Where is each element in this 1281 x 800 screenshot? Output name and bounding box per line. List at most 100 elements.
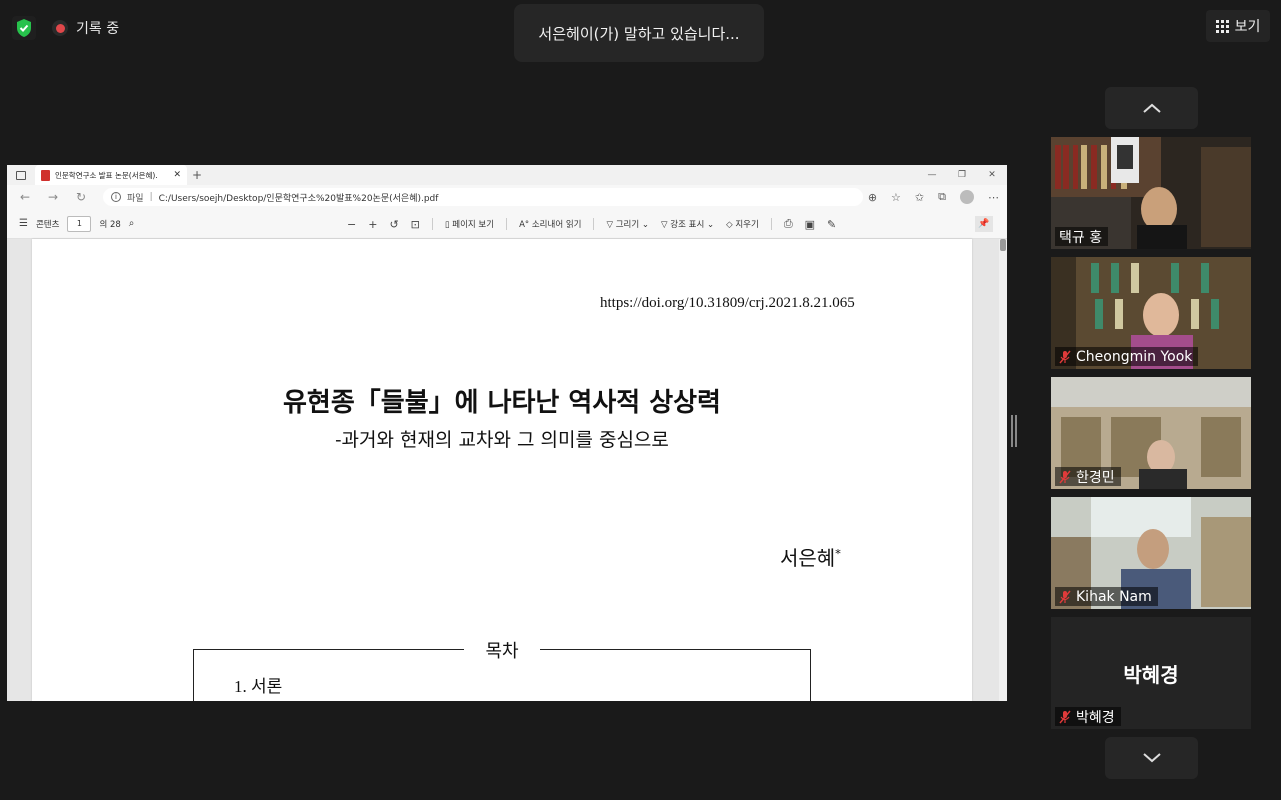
record-icon — [52, 20, 68, 36]
scroll-up-button[interactable] — [1105, 87, 1198, 129]
participant-name-bar: 한경민 — [1055, 467, 1121, 486]
doi-text: https://doi.org/10.31809/crj.2021.8.21.0… — [600, 295, 855, 311]
read-aloud-label: 소리내어 읽기 — [531, 220, 582, 230]
security-shield-icon[interactable] — [12, 16, 36, 40]
muted-mic-icon — [1059, 710, 1071, 723]
address-bar-row: ← → ↻ i 파일 | C:/Users/soejh/Desktop/인문학연… — [7, 185, 1007, 209]
pdf-page: https://doi.org/10.31809/crj.2021.8.21.0… — [32, 239, 972, 701]
back-icon[interactable]: ← — [17, 190, 33, 204]
print-icon[interactable]: ⎙ — [784, 217, 793, 231]
participant-name: Kihak Nam — [1076, 588, 1152, 605]
highlight-label: 강조 표시 — [670, 220, 705, 230]
divider — [593, 218, 595, 230]
paper-subtitle: -과거와 현재의 교차와 그 의미를 중심으로 — [335, 429, 669, 451]
minimize-icon[interactable]: — — [917, 165, 947, 185]
page-number-input[interactable]: 1 — [67, 215, 92, 232]
paper-title: 유현종「들불」에 나타난 역사적 상상력 — [283, 388, 721, 418]
address-scheme-label: 파일 — [127, 193, 144, 204]
address-field[interactable]: i 파일 | C:/Users/soejh/Desktop/인문학연구소%20발… — [103, 188, 863, 206]
search-icon[interactable]: ⌕ — [129, 218, 135, 229]
favorite-add-icon[interactable]: ☆ — [891, 191, 901, 204]
divider — [770, 218, 772, 230]
contents-label[interactable]: 콘텐츠 — [36, 218, 59, 230]
author-name: 서은혜 — [780, 546, 836, 570]
recording-label: 기록 중 — [76, 21, 120, 37]
save-as-icon[interactable]: ✎ — [827, 218, 836, 231]
participant-name-bar: 택규 홍 — [1055, 227, 1109, 246]
highlight-icon: ▽ — [661, 220, 671, 230]
muted-mic-icon — [1059, 350, 1071, 363]
divider — [431, 218, 433, 230]
draw-icon: ▽ — [606, 220, 616, 230]
scrollbar[interactable] — [999, 239, 1007, 701]
muted-mic-icon — [1059, 590, 1071, 603]
pdf-toolbar: ☰ 콘텐츠 1 의 28 ⌕ − + ↺ ⊡ ▯ 페이지 보기 A° 소리내어 … — [7, 209, 1007, 239]
address-url: C:/Users/soejh/Desktop/인문학연구소%20발표%20논문(… — [158, 193, 439, 204]
shared-screen: 인문학연구소 발표 논문(서은혜). ✕ + — ❐ ✕ ← → ↻ i 파일 … — [7, 165, 1007, 701]
zoom-in-icon[interactable]: + — [368, 218, 377, 231]
active-speaker-banner: 서은헤이(가) 말하고 있습니다... — [514, 4, 764, 62]
profile-icon[interactable] — [960, 190, 974, 204]
participant-tile[interactable]: 택규 홍 — [1051, 137, 1251, 249]
pdf-viewer[interactable]: https://doi.org/10.31809/crj.2021.8.21.0… — [7, 239, 1007, 701]
participant-name: 택규 홍 — [1059, 229, 1103, 246]
window-controls: — ❐ ✕ — [917, 165, 1007, 185]
participant-tile[interactable]: Kihak Nam — [1051, 497, 1251, 609]
refresh-icon[interactable]: ↻ — [73, 190, 89, 204]
more-icon[interactable]: ⋯ — [988, 191, 999, 204]
erase-button[interactable]: ◇ 지우기 — [726, 218, 759, 230]
forward-icon[interactable]: → — [45, 190, 61, 204]
page-view-button[interactable]: ▯ 페이지 보기 — [445, 218, 494, 230]
participant-tile[interactable]: Cheongmin Yook — [1051, 257, 1251, 369]
zoom-out-icon[interactable]: − — [347, 218, 356, 231]
rotate-icon[interactable]: ↺ — [389, 218, 398, 231]
view-label: 보기 — [1234, 19, 1261, 35]
browser-toolbar-right: ⊕ ☆ ✩ ⧉ ⋯ — [868, 185, 999, 209]
close-tab-icon[interactable]: ✕ — [173, 170, 181, 180]
chevron-down-icon: ⌄ — [641, 220, 650, 230]
participant-name: 한경민 — [1076, 469, 1115, 486]
participant-tile[interactable]: 박혜경 박혜경 — [1051, 617, 1251, 729]
scroll-down-button[interactable] — [1105, 737, 1198, 779]
pdf-icon — [41, 169, 50, 181]
contents-icon[interactable]: ☰ — [19, 218, 28, 229]
collections-icon[interactable]: ⧉ — [938, 190, 946, 204]
divider — [506, 218, 508, 230]
chevron-down-icon: ⌄ — [706, 220, 715, 230]
highlight-button[interactable]: ▽ 강조 표시 ⌄ — [661, 218, 714, 230]
pin-toolbar-icon[interactable]: 📌 — [975, 216, 993, 232]
page-view-label: 페이지 보기 — [452, 220, 495, 230]
info-icon[interactable]: i — [111, 192, 121, 202]
panel-splitter-handle[interactable] — [1011, 415, 1017, 447]
muted-mic-icon — [1059, 470, 1071, 483]
author-footnote-mark: * — [835, 547, 841, 561]
save-icon[interactable]: ▣ — [805, 218, 815, 231]
view-button[interactable]: 보기 — [1206, 10, 1270, 42]
restore-icon[interactable]: ❐ — [947, 165, 977, 185]
close-window-icon[interactable]: ✕ — [977, 165, 1007, 185]
fit-page-icon[interactable]: ⊡ — [411, 218, 420, 231]
participant-name-bar: Kihak Nam — [1055, 587, 1158, 606]
address-separator: | — [149, 192, 153, 202]
participant-tile[interactable]: 한경민 — [1051, 377, 1251, 489]
read-aloud-button[interactable]: A° 소리내어 읽기 — [519, 218, 581, 230]
browser-tab[interactable]: 인문학연구소 발표 논문(서은혜). ✕ — [35, 165, 187, 185]
draw-button[interactable]: ▽ 그리기 ⌄ — [606, 218, 649, 230]
chevron-down-icon — [1142, 753, 1161, 763]
tab-actions-button[interactable] — [7, 165, 35, 185]
paper-author: 서은혜* — [780, 542, 841, 571]
erase-label: 지우기 — [735, 220, 759, 230]
zoom-icon[interactable]: ⊕ — [868, 191, 877, 204]
favorites-icon[interactable]: ✩ — [915, 191, 924, 204]
participant-name: Cheongmin Yook — [1076, 348, 1193, 365]
new-tab-button[interactable]: + — [187, 168, 207, 182]
tab-actions-icon — [16, 170, 26, 180]
participant-name-bar: Cheongmin Yook — [1055, 347, 1199, 366]
grid-icon — [1215, 19, 1229, 33]
recording-indicator[interactable]: 기록 중 — [52, 16, 119, 40]
participant-name: 박혜경 — [1076, 709, 1115, 726]
scrollbar-thumb[interactable] — [1000, 239, 1006, 251]
draw-label: 그리기 — [615, 220, 640, 230]
tab-title: 인문학연구소 발표 논문(서은혜). — [55, 170, 158, 180]
participant-name-bar: 박혜경 — [1055, 707, 1121, 726]
